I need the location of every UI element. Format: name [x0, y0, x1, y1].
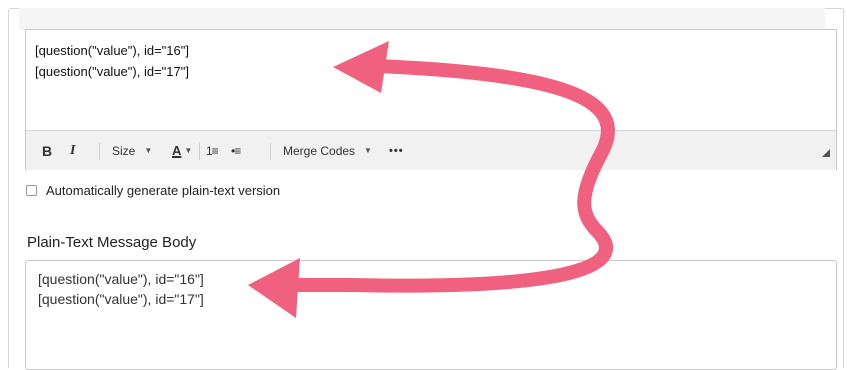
toolbar-divider [99, 143, 100, 160]
plain-text-line: [question("value"), id="16"] [38, 271, 204, 287]
unordered-list-icon[interactable]: •≡ [231, 131, 241, 170]
panel-header-strip [19, 8, 825, 30]
text-color-dropdown[interactable]: A ▼ [172, 131, 192, 170]
size-dropdown-label: Size [112, 143, 136, 158]
merge-codes-dropdown[interactable]: Merge Codes ▼ [283, 131, 372, 170]
html-editor-content[interactable]: [question("value"), id="16"] [question("… [35, 40, 836, 126]
html-editor-line: [question("value"), id="17"] [35, 64, 189, 79]
html-editor-line: [question("value"), id="16"] [35, 43, 189, 58]
html-message-editor[interactable]: [question("value"), id="16"] [question("… [25, 29, 837, 170]
plain-text-body-textarea[interactable]: [question("value"), id="16"] [question("… [25, 260, 837, 370]
italic-button[interactable]: I [70, 131, 75, 170]
plain-text-line: [question("value"), id="17"] [38, 291, 204, 307]
auto-plaintext-row[interactable]: Automatically generate plain-text versio… [26, 183, 280, 198]
toolbar-divider [270, 143, 271, 160]
chevron-down-icon: ▼ [144, 146, 153, 155]
more-options-icon[interactable]: ••• [389, 131, 404, 170]
chevron-down-icon: ▼ [184, 146, 193, 155]
auto-plaintext-checkbox[interactable] [26, 185, 37, 196]
size-dropdown[interactable]: Size ▼ [112, 131, 152, 170]
chevron-down-icon: ▼ [364, 146, 372, 155]
resize-handle-icon[interactable] [822, 149, 830, 157]
plain-text-content: [question("value"), id="16"] [question("… [38, 269, 204, 309]
text-color-icon: A [172, 143, 182, 158]
bold-button[interactable]: B [42, 131, 52, 170]
toolbar-divider [199, 143, 200, 160]
merge-codes-label: Merge Codes [283, 143, 356, 158]
auto-plaintext-label[interactable]: Automatically generate plain-text versio… [46, 183, 280, 198]
editor-toolbar: B I Size ▼ A ▼ 1≡ •≡ Merge Codes ▼ ••• [26, 130, 836, 170]
ordered-list-icon[interactable]: 1≡ [206, 131, 219, 170]
plain-text-section-title: Plain-Text Message Body [27, 234, 197, 251]
